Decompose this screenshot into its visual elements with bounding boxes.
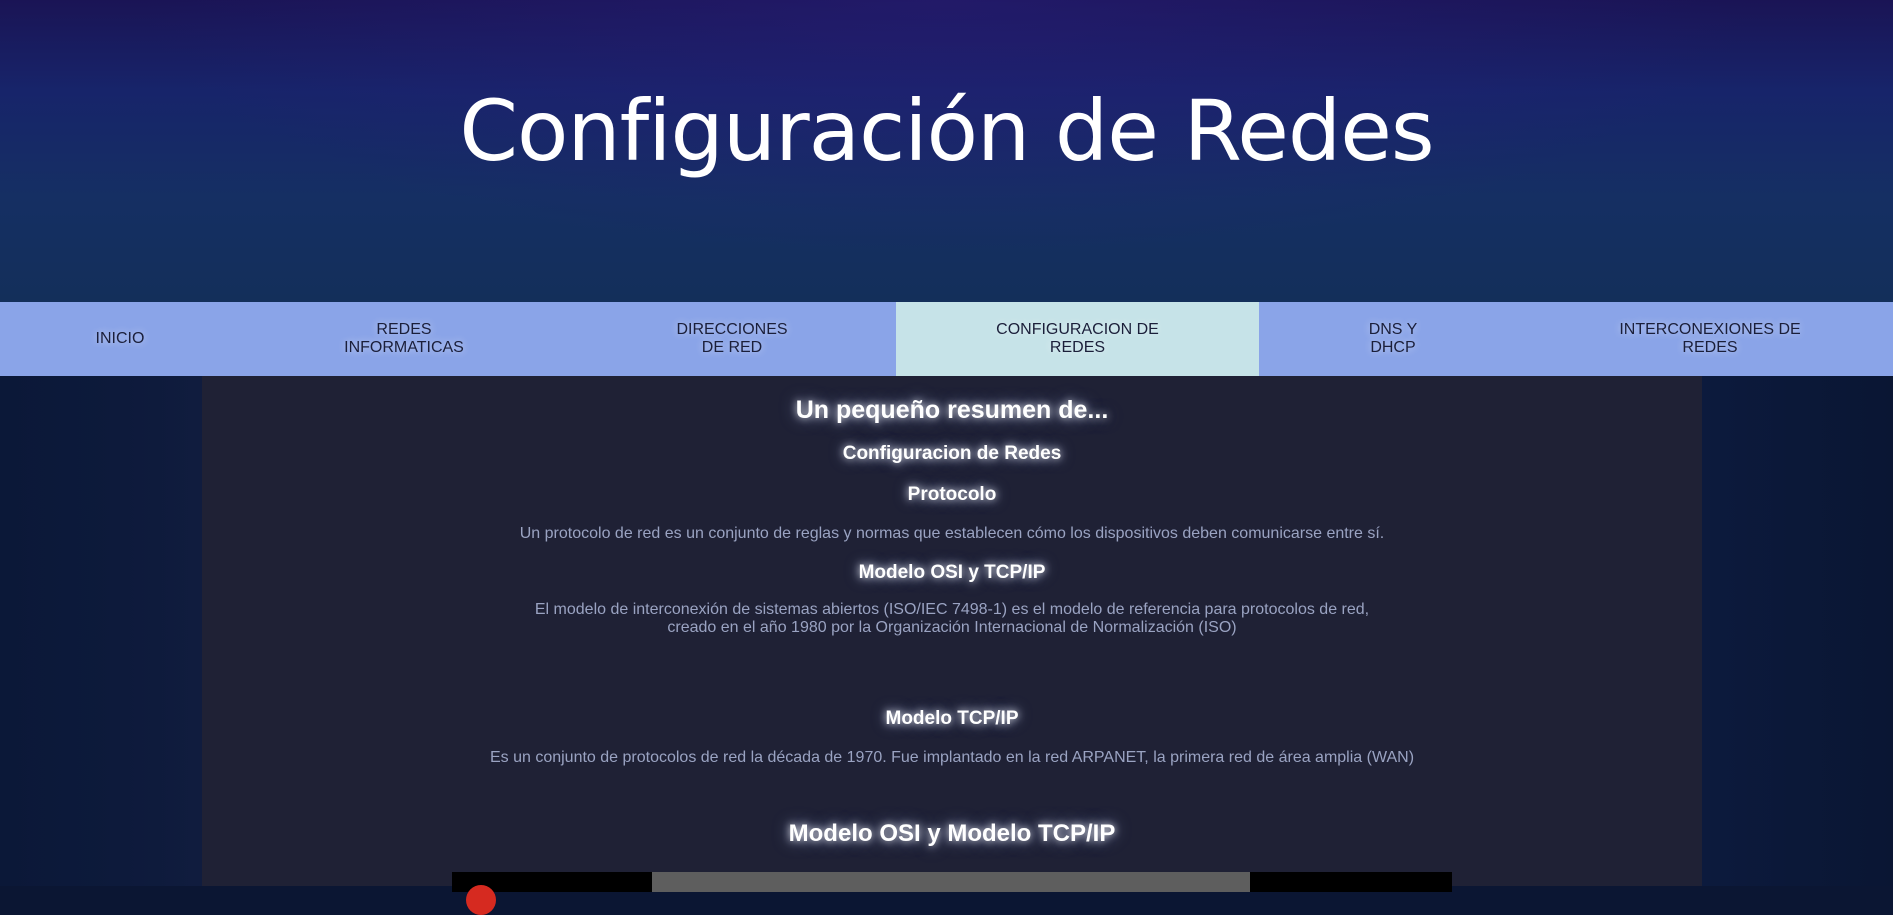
video-channel-icon[interactable] (466, 885, 496, 915)
main-nav: INICIO REDES INFORMATICAS DIRECCIONES DE… (0, 302, 1893, 376)
nav-item-direcciones-de-red[interactable]: DIRECCIONES DE RED (568, 302, 896, 376)
section-title-modelo-tcpip: Modelo TCP/IP (885, 708, 1019, 729)
main-content: Un pequeño resumen de... Configuracion d… (202, 376, 1702, 915)
left-gutter (0, 376, 202, 886)
nav-item-label: CONFIGURACION DE REDES (996, 321, 1159, 356)
nav-item-label: DNS Y DHCP (1368, 321, 1418, 356)
section-title-modelo-osi: Modelo OSI y TCP/IP (858, 562, 1046, 583)
nav-item-label: REDES INFORMATICAS (344, 321, 464, 356)
nav-item-interconexiones-de-redes[interactable]: INTERCONEXIONES DE REDES (1527, 302, 1893, 376)
summary-heading: Un pequeño resumen de... (795, 396, 1109, 424)
section-text-modelo-osi: El modelo de interconexión de sistemas a… (534, 601, 1370, 636)
right-gutter (1702, 376, 1893, 886)
site-title: Configuración de Redes (459, 82, 1434, 180)
video-thumbnail[interactable] (652, 872, 1250, 892)
nav-item-inicio[interactable]: INICIO (0, 302, 240, 376)
summary-subheading: Configuracion de Redes (842, 443, 1062, 464)
nav-item-redes-informaticas[interactable]: REDES INFORMATICAS (240, 302, 568, 376)
section-text-modelo-tcpip: Es un conjunto de protocolos de red la d… (489, 749, 1415, 766)
site-header: Configuración de Redes (0, 0, 1893, 302)
embedded-video[interactable] (452, 872, 1452, 915)
section-text-protocolo: Un protocolo de red es un conjunto de re… (519, 525, 1385, 542)
nav-item-dns-y-dhcp[interactable]: DNS Y DHCP (1259, 302, 1527, 376)
nav-item-label: DIRECCIONES DE RED (676, 321, 788, 356)
nav-item-label: INICIO (95, 330, 145, 347)
video-heading: Modelo OSI y Modelo TCP/IP (788, 820, 1116, 847)
section-title-protocolo: Protocolo (907, 484, 997, 505)
nav-item-label: INTERCONEXIONES DE REDES (1619, 321, 1801, 356)
nav-item-configuracion-de-redes[interactable]: CONFIGURACION DE REDES (896, 302, 1259, 376)
